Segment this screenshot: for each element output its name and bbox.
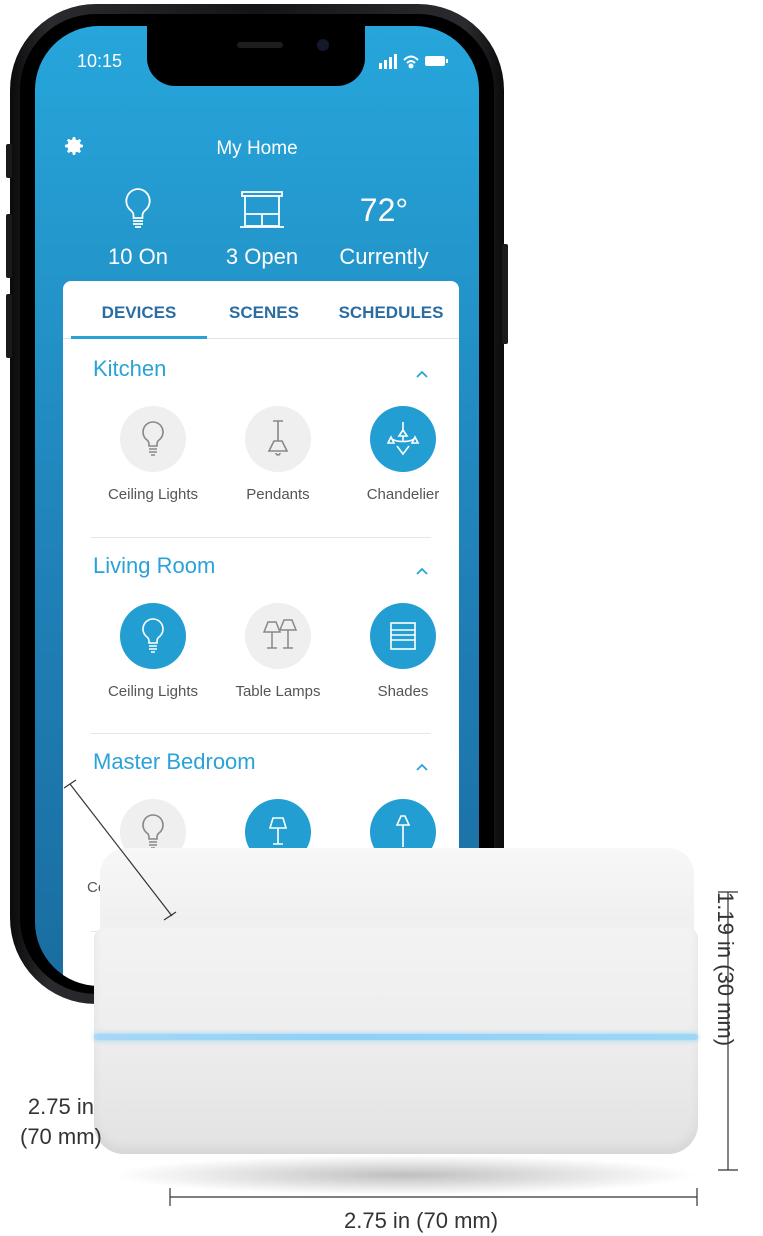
mute-switch <box>6 144 12 178</box>
device-kitchen-pendants[interactable]: Pendants <box>208 406 348 503</box>
chevron-up-icon[interactable] <box>415 369 429 379</box>
depth-dimension-value: 2.75 in <box>27 1094 94 1119</box>
device-living-table-lamps[interactable]: Table Lamps <box>208 603 348 700</box>
pendant-icon <box>245 406 311 472</box>
speaker-grille <box>237 42 283 48</box>
power-button <box>502 244 508 344</box>
hub-body <box>94 928 698 1154</box>
shades-open-count: 3 Open <box>225 244 299 269</box>
active-tab-indicator <box>71 336 207 339</box>
window-icon <box>197 186 327 234</box>
status-time: 10:15 <box>77 51 123 71</box>
hub-status-light <box>94 1034 698 1040</box>
device-name: Table Lamps <box>235 683 321 700</box>
device-name: Shades <box>377 683 429 700</box>
room-title-living-room: Living Room <box>93 553 216 578</box>
volume-up-button <box>6 214 12 278</box>
lights-on-count: 10 On <box>108 244 168 269</box>
device-name: Pendants <box>246 486 310 503</box>
wifi-icon <box>403 55 419 69</box>
tab-bar: DEVICES SCENES SCHEDULES <box>63 281 459 339</box>
smart-bridge-hub <box>94 848 698 1164</box>
bulb-icon <box>120 406 186 472</box>
volume-down-button <box>6 294 12 358</box>
device-living-ceiling-lights[interactable]: Ceiling Lights <box>83 603 223 700</box>
device-name: Chandelier <box>366 486 440 503</box>
tab-scenes[interactable]: SCENES <box>194 303 334 323</box>
phone-notch <box>147 26 365 86</box>
depth-dimension: 2.75 in (70 mm) <box>20 1092 102 1152</box>
bulb-icon <box>120 603 186 669</box>
lights-on-summary[interactable]: 10 On <box>73 186 203 270</box>
battery-icon <box>425 56 448 66</box>
chevron-up-icon[interactable] <box>415 762 429 772</box>
room-title-master-bedroom: Master Bedroom <box>93 749 256 774</box>
device-name: Ceiling Lights <box>107 683 199 700</box>
shades-open-summary[interactable]: 3 Open <box>197 186 327 270</box>
section-divider <box>91 537 431 538</box>
device-name: Ceiling Lights <box>107 486 199 503</box>
status-icons <box>379 54 448 69</box>
depth-dimension-metric: (70 mm) <box>20 1124 102 1149</box>
page-title: My Home <box>216 138 298 159</box>
chandelier-icon <box>370 406 436 472</box>
shades-icon <box>370 603 436 669</box>
front-camera <box>317 39 329 51</box>
temperature-summary[interactable]: 72° Currently <box>319 186 449 270</box>
section-divider <box>91 733 431 734</box>
signal-icon <box>379 54 397 69</box>
tab-devices[interactable]: DEVICES <box>69 303 209 323</box>
app-screen: 10:15 My Home 10 On 3 Open 72° Currently… <box>35 26 479 986</box>
width-dimension: 2.75 in (70 mm) <box>344 1208 499 1233</box>
height-dimension-label: 1.19 in (30 mm) <box>713 892 738 1047</box>
device-living-shades[interactable]: Shades <box>333 603 473 700</box>
temperature-label: Currently <box>339 244 429 269</box>
temperature-value: 72° <box>359 192 409 228</box>
table-lamps-icon <box>245 603 311 669</box>
chevron-up-icon[interactable] <box>415 566 429 576</box>
room-title-kitchen: Kitchen <box>93 356 167 381</box>
device-kitchen-ceiling-lights[interactable]: Ceiling Lights <box>83 406 223 503</box>
device-kitchen-chandelier[interactable]: Chandelier <box>333 406 473 503</box>
tab-schedules[interactable]: SCHEDULES <box>321 303 461 323</box>
bulb-icon <box>73 186 203 234</box>
